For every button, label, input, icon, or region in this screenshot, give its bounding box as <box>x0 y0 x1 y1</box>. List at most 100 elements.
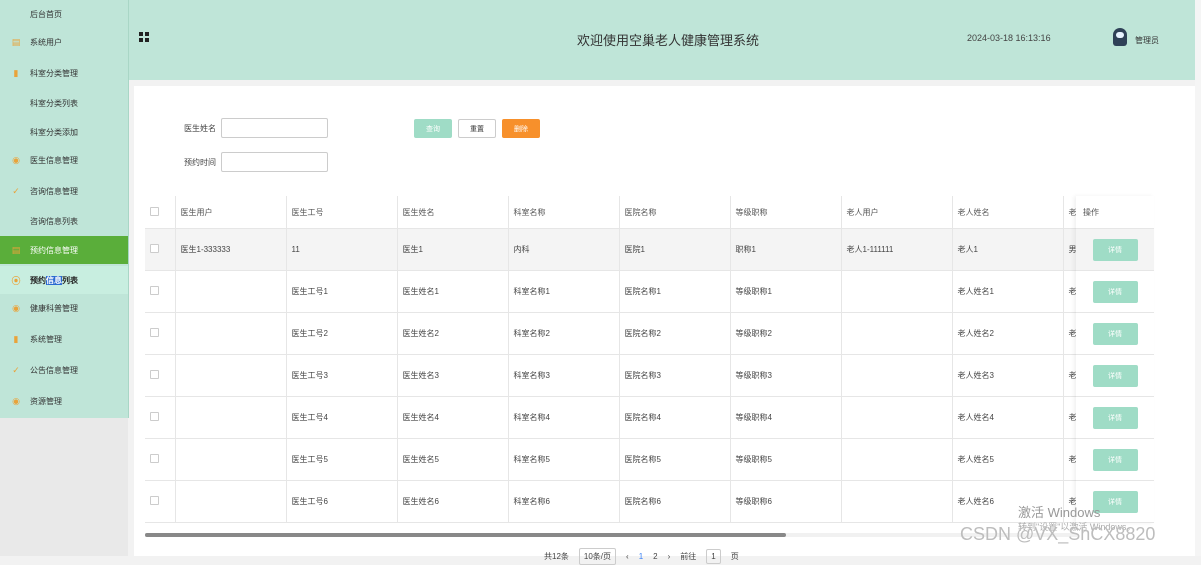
robot-avatar-icon[interactable] <box>1113 28 1127 46</box>
table-cell: 医生工号6 <box>286 480 398 523</box>
row-checkbox[interactable] <box>145 312 176 355</box>
detail-button[interactable]: 详情 <box>1092 322 1138 345</box>
windows-activation-title: 激活 Windows <box>1018 505 1101 520</box>
bar-chart-icon: ▮ <box>13 67 19 78</box>
table-cell: 科室名称4 <box>508 396 620 439</box>
detail-button[interactable]: 详情 <box>1092 364 1138 387</box>
sidebar-item-label: 系统用户 <box>30 37 62 47</box>
sidebar-item-3[interactable]: 科室分类列表 <box>0 89 128 117</box>
row-checkbox[interactable] <box>145 438 176 481</box>
chat-icon: ◉ <box>12 302 20 313</box>
detail-button[interactable]: 详情 <box>1092 238 1138 261</box>
operation-cell: 详情 <box>1076 229 1154 271</box>
row-checkbox[interactable] <box>145 354 176 397</box>
column-header[interactable]: 老人用户 <box>841 196 953 229</box>
table-row[interactable]: 医生工号4医生姓名4科室名称4医院名称4等级职称4 老人姓名4老... <box>145 396 1078 439</box>
page-1-button[interactable]: 1 <box>639 552 643 561</box>
label-part: 预约 <box>30 275 46 285</box>
appoint-time-input[interactable] <box>221 152 328 172</box>
prev-page-button[interactable]: ‹ <box>626 552 629 561</box>
sidebar-item-2[interactable]: ▮ 科室分类管理 <box>0 59 128 87</box>
column-header[interactable]: 医生用户 <box>175 196 287 229</box>
table-cell: 医院名称1 <box>619 270 731 313</box>
goto-label: 前往 <box>680 552 697 561</box>
table-cell: 老... <box>1063 312 1078 355</box>
sidebar-item-12[interactable]: ✓ 公告信息管理 <box>0 356 128 384</box>
sidebar-item-label: 系统管理 <box>30 334 62 344</box>
sidebar-item-4[interactable]: 科室分类添加 <box>0 118 128 146</box>
table-row[interactable]: 医生1-333333 11 医生1 内科 医院1 职称1 老人1-111111 老人1 男 <box>145 228 1078 271</box>
next-page-button[interactable]: › <box>668 552 671 561</box>
operation-column: 操作 详情 详情 详情 详情 详情 详情 详情 <box>1076 196 1154 523</box>
table-cell: 医生姓名1 <box>397 270 509 313</box>
column-header[interactable]: 等级职称 <box>730 196 842 229</box>
chat-icon: ◉ <box>12 395 20 406</box>
operation-cell: 详情 <box>1076 397 1154 439</box>
sidebar-item-0[interactable]: 后台首页 <box>0 0 128 28</box>
table-cell: 科室名称6 <box>508 480 620 523</box>
user-name[interactable]: 管理员 <box>1135 35 1159 46</box>
column-header[interactable]: 老人姓名 <box>952 196 1064 229</box>
sidebar-item-label: 公告信息管理 <box>30 365 78 375</box>
table-cell <box>841 270 953 313</box>
horizontal-scrollbar[interactable] <box>145 533 786 537</box>
column-header[interactable]: 医院名称 <box>619 196 731 229</box>
page-size-select[interactable]: 10条/页 <box>578 548 617 565</box>
table-cell: 医生工号1 <box>286 270 398 313</box>
table-row[interactable]: 医生工号2医生姓名2科室名称2医院名称2等级职称2 老人姓名2老... <box>145 312 1078 355</box>
sidebar-item-7[interactable]: 咨询信息列表 <box>0 207 128 235</box>
table-cell <box>175 480 287 523</box>
table-cell: 老人姓名5 <box>952 438 1064 481</box>
doc-icon: ▤ <box>11 36 21 47</box>
sidebar-item-6[interactable]: ✓ 咨询信息管理 <box>0 177 128 205</box>
sidebar-item-9[interactable]: ⦿ 预约信息列表 <box>0 266 128 294</box>
table-row[interactable]: 医生工号3医生姓名3科室名称3医院名称3等级职称3 老人姓名3老... <box>145 354 1078 397</box>
sidebar-item-5[interactable]: ◉ 医生信息管理 <box>0 146 128 174</box>
table-row[interactable]: 医生工号6医生姓名6科室名称6医院名称6等级职称6老人姓名6老... <box>145 480 1078 523</box>
table-cell: 等级职称6 <box>730 480 842 523</box>
column-header[interactable]: 医生姓名 <box>397 196 509 229</box>
detail-button[interactable]: 详情 <box>1092 448 1138 471</box>
check-circle-icon: ✓ <box>12 185 20 196</box>
table-cell: 老... <box>1063 438 1078 481</box>
table-cell: 医院1 <box>619 228 731 271</box>
column-header[interactable]: 科室名称 <box>508 196 620 229</box>
row-checkbox[interactable] <box>145 396 176 439</box>
table-cell: 老人姓名3 <box>952 354 1064 397</box>
table-row[interactable]: 医生工号1医生姓名1科室名称1医院名称1等级职称1 老人姓名1老... <box>145 270 1078 313</box>
table-cell: 老... <box>1063 354 1078 397</box>
detail-button[interactable]: 详情 <box>1092 406 1138 429</box>
table-cell: 医院名称3 <box>619 354 731 397</box>
select-all-checkbox[interactable] <box>145 196 176 229</box>
table-row[interactable]: 医生工号5医生姓名5科室名称5医院名称5等级职称5 老人姓名5老... <box>145 438 1078 481</box>
table-cell <box>175 270 287 313</box>
row-checkbox[interactable] <box>145 228 176 271</box>
row-checkbox[interactable] <box>145 270 176 313</box>
sidebar-item-1[interactable]: ▤ 系统用户 <box>0 28 128 56</box>
table-cell: 科室名称5 <box>508 438 620 481</box>
current-datetime: 2024-03-18 16:13:16 <box>967 33 1051 43</box>
table-cell: 医生姓名5 <box>397 438 509 481</box>
sidebar-item-13[interactable]: ◉ 资源管理 <box>0 387 128 415</box>
table-cell: 医生工号3 <box>286 354 398 397</box>
sidebar-item-11[interactable]: ▮ 系统管理 <box>0 325 128 353</box>
doctor-name-input[interactable] <box>221 118 328 138</box>
column-header[interactable]: 老... <box>1063 196 1078 229</box>
table-cell: 医院名称5 <box>619 438 731 481</box>
reset-button[interactable]: 重置 <box>458 119 496 138</box>
goto-input[interactable]: 1 <box>706 549 721 564</box>
column-header[interactable]: 医生工号 <box>286 196 398 229</box>
search-button[interactable]: 查询 <box>414 119 452 138</box>
sidebar-item-8[interactable]: ▤ 预约信息管理 <box>0 236 128 264</box>
vertical-scrollbar[interactable] <box>1195 0 1201 556</box>
row-checkbox[interactable] <box>145 480 176 523</box>
delete-button[interactable]: 删除 <box>502 119 540 138</box>
table-cell: 医生工号2 <box>286 312 398 355</box>
sidebar-item-10[interactable]: ◉ 健康科普管理 <box>0 294 128 322</box>
sidebar-item-label: 健康科普管理 <box>30 303 78 313</box>
table-cell: 医院名称6 <box>619 480 731 523</box>
top-header: 欢迎使用空巢老人健康管理系统 2024-03-18 16:13:16 管理员 <box>129 0 1201 80</box>
detail-button[interactable]: 详情 <box>1092 280 1138 303</box>
page-2-button[interactable]: 2 <box>653 552 657 561</box>
table-cell: 医院名称4 <box>619 396 731 439</box>
